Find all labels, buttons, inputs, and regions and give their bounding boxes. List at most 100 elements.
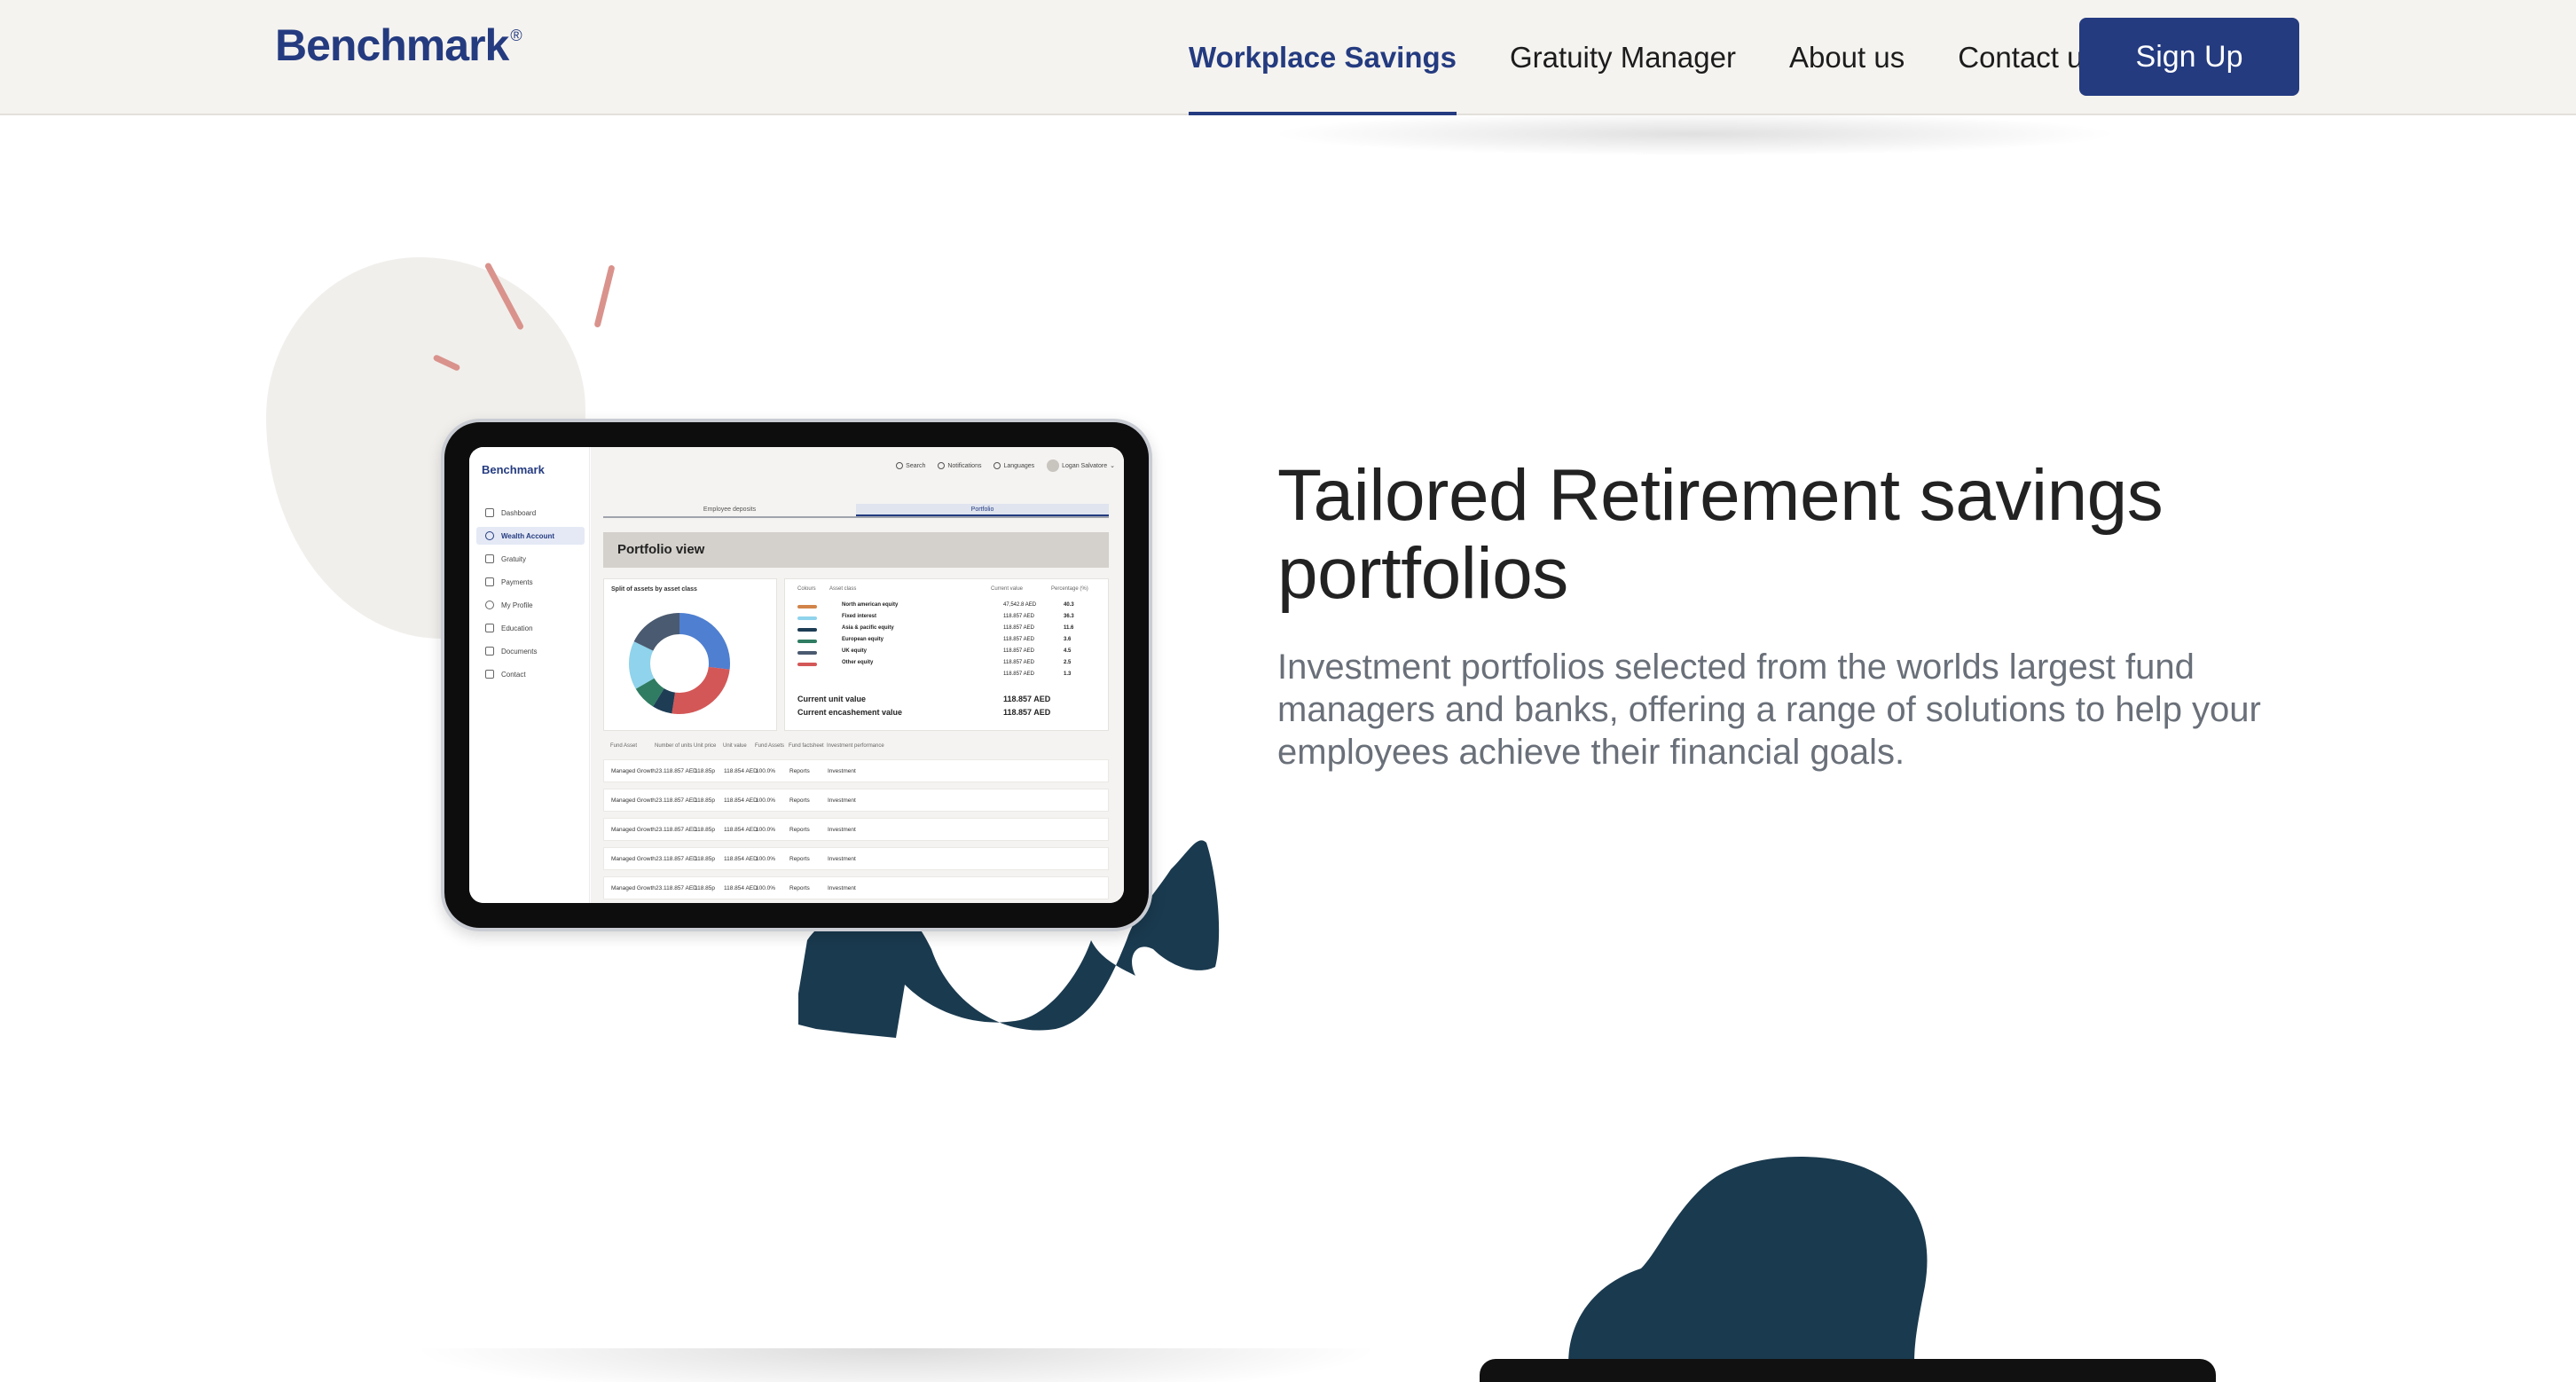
legend-asset-name: Other equity [842,660,874,665]
globe-icon [993,462,1001,469]
tablet-mockup: Benchmark Dashboard Wealth Account Gratu… [441,419,1152,931]
investment-link[interactable]: Investment [828,856,856,862]
sidebar-item-documents[interactable]: Documents [476,642,585,660]
table-header-cell: Unit price [694,743,717,749]
sidebar-item-label: Gratuity [501,554,527,563]
sidebar-item-my-profile[interactable]: My Profile [476,596,585,614]
legend-asset-pct: 4.5 [1064,648,1072,654]
documents-icon [485,647,494,656]
logo-registered-mark: ® [510,27,522,44]
total-value: 118.857 AED [1003,708,1051,717]
legend-header-colours: Colours [797,586,816,592]
legend-asset-pct: 3.6 [1064,637,1072,642]
table-cell: 118.85p [695,797,716,804]
sidebar-item-wealth-account[interactable]: Wealth Account [476,527,585,545]
investment-link[interactable]: Investment [828,827,856,833]
sidebar-item-education[interactable]: Education [476,619,585,637]
topbar-user[interactable]: Logan Salvatore ⌄ [1047,459,1115,472]
table-header-cell: Fund Assets [755,743,785,749]
nav-gratuity-manager[interactable]: Gratuity Manager [1510,0,1736,115]
reports-link[interactable]: Reports [789,827,810,833]
legend-asset-value: 118.857 AED [1003,660,1034,665]
asset-legend-card: Colours Asset class Current value Percen… [784,578,1109,731]
topbar-languages[interactable]: Languages [993,462,1034,469]
table-cell: 118.854 AED [724,856,758,862]
legend-row: 118.857 AED 1.3 [797,671,1124,682]
table-cell: 100.0% [756,797,776,804]
table-cell: 100.0% [756,827,776,833]
legend-row: European equity 118.857 AED 3.6 [797,637,1124,648]
legend-row: Fixed interest 118.857 AED 36.3 [797,614,1124,624]
legend-row: Other equity 118.857 AED 2.5 [797,660,1124,671]
nav-contact-us[interactable]: Contact us [1958,0,2098,115]
legend-asset-pct: 11.6 [1064,625,1074,631]
table-cell: 23.118.857 AED [656,797,697,804]
legend-row: North american equity 47,542.8 AED 40.3 [797,602,1124,613]
reports-link[interactable]: Reports [789,856,810,862]
legend-asset-value: 118.857 AED [1003,614,1034,619]
total-current-unit-value: Current unit value 118.857 AED [797,695,1124,703]
site-header: Benchmark ® Workplace Savings Gratuity Ma… [0,0,2576,115]
legend-asset-pct: 36.3 [1064,614,1074,619]
legend-asset-value: 47,542.8 AED [1003,602,1037,608]
table-cell: 118.854 AED [724,797,758,804]
reports-link[interactable]: Reports [789,885,810,891]
legend-swatch [797,605,817,609]
table-cell: 23.118.857 AED [656,856,697,862]
tablet-screen: Benchmark Dashboard Wealth Account Gratu… [469,447,1124,903]
sidebar-item-dashboard[interactable]: Dashboard [476,504,585,522]
topbar-search[interactable]: Search [896,462,925,469]
sidebar-item-label: Contact [501,670,526,679]
app-logo: Benchmark [482,463,545,476]
page: Benchmark ® Workplace Savings Gratuity Ma… [0,0,2576,1382]
sign-up-button[interactable]: Sign Up [2079,18,2299,96]
legend-asset-name: Asia & pacific equity [842,625,894,631]
table-cell: 100.0% [756,885,776,891]
sidebar-item-payments[interactable]: Payments [476,573,585,591]
total-current-encashment-value: Current encashement value 118.857 AED [797,708,1124,717]
legend-asset-value: 118.857 AED [1003,648,1034,654]
nav-workplace-savings[interactable]: Workplace Savings [1189,0,1457,115]
topbar-notifications[interactable]: Notifications [938,462,981,469]
profile-icon [485,601,494,609]
asset-donut-chart [629,613,730,714]
gratuity-icon [485,554,494,563]
benchmark-logo[interactable]: Benchmark ® [275,20,522,71]
tab-employee-deposits[interactable]: Employee deposits [603,504,856,516]
table-row: Managed Growth 23.118.857 AED 118.85p 118.8… [603,876,1109,899]
reports-link[interactable]: Reports [789,768,810,774]
app-main: Search Notifications Languages Logan Sal… [591,447,1124,903]
investment-link[interactable]: Investment [828,768,856,774]
table-header-cell: Fund factsheet [789,743,824,749]
reports-link[interactable]: Reports [789,797,810,804]
table-cell: 118.85p [695,856,716,862]
investment-link[interactable]: Investment [828,885,856,891]
sidebar-item-contact[interactable]: Contact [476,665,585,683]
legend-swatch [797,628,817,632]
nav-about-us[interactable]: About us [1789,0,1905,115]
portfolio-tabs: Employee deposits Portfolio [603,504,1109,518]
legend-asset-value: 118.857 AED [1003,671,1034,677]
table-header-cell: Fund Asset [610,743,638,749]
donut-card: Split of assets by asset class [603,578,777,731]
legend-header-asset-class: Asset class [829,586,857,592]
sidebar-item-label: Documents [501,647,538,656]
total-label: Current encashement value [797,708,903,717]
sidebar-item-gratuity[interactable]: Gratuity [476,550,585,568]
table-header-cell: Number of units [655,743,693,749]
bell-icon [938,462,946,469]
search-icon [896,462,904,469]
total-value: 118.857 AED [1003,695,1051,703]
table-cell: Managed Growth [611,768,656,774]
contact-icon [485,670,494,679]
dashboard-icon [485,508,494,517]
table-cell: Managed Growth [611,797,656,804]
topbar-label: Notifications [947,462,982,469]
tab-portfolio[interactable]: Portfolio [856,504,1109,516]
legend-asset-name: European equity [842,637,884,642]
legend-asset-value: 118.857 AED [1003,625,1034,631]
table-cell: 118.85p [695,827,716,833]
investment-link[interactable]: Investment [828,797,856,804]
table-cell: 118.854 AED [724,827,758,833]
next-section-device-edge [1480,1359,2216,1382]
